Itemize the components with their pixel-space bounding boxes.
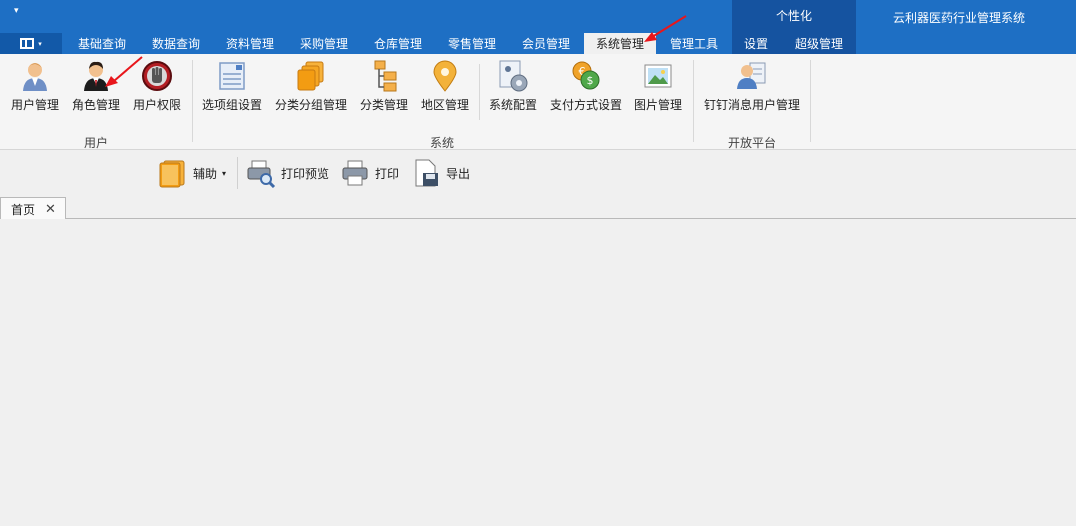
user-manage-button[interactable]: 用户管理 <box>10 59 60 113</box>
ribbon-label: 分类分组管理 <box>274 98 347 112</box>
tab-data-query[interactable]: 数据查询 <box>152 35 200 54</box>
svg-text:$: $ <box>587 74 594 87</box>
ribbon-label: 选项组设置 <box>201 98 262 112</box>
print-preview-button[interactable]: 打印预览 <box>246 157 329 189</box>
title-bar: ▾ ▾ 个性化 云利器医药行业管理系统 基础查询 数据查询 资料管理 采购管理 … <box>0 0 1076 54</box>
tab-data-manage[interactable]: 资料管理 <box>226 35 274 54</box>
toolbar-separator <box>237 157 238 189</box>
tab-tools[interactable]: 管理工具 <box>670 35 718 54</box>
assist-button[interactable]: 辅助 ▾ <box>158 157 226 189</box>
picture-icon <box>644 64 672 88</box>
group-separator <box>192 60 193 142</box>
ribbon-label: 分类管理 <box>359 98 408 112</box>
tab-system-manage[interactable]: 系统管理 <box>584 33 657 54</box>
tab-retail[interactable]: 零售管理 <box>448 35 496 54</box>
ribbon-label: 用户权限 <box>132 98 181 112</box>
print-button[interactable]: 打印 <box>340 157 399 189</box>
toolbar: 辅助 ▾ 打印预览 打印 导出 <box>0 151 1076 195</box>
print-preview-icon <box>247 160 276 188</box>
tab-warehouse[interactable]: 仓库管理 <box>374 35 422 54</box>
tab-purchase[interactable]: 采购管理 <box>300 35 348 54</box>
quick-access-dropdown[interactable]: ▾ <box>14 6 19 16</box>
group-label-open-platform: 开放平台 <box>728 136 777 150</box>
option-group-icon <box>219 62 245 90</box>
category-group-button[interactable]: 分类分组管理 <box>274 59 348 113</box>
tab-home[interactable]: 首页 ✕ <box>0 197 66 220</box>
close-icon[interactable]: ✕ <box>45 202 56 217</box>
dingtalk-user-button[interactable]: 钉钉消息用户管理 <box>703 59 801 113</box>
assist-book-icon <box>159 160 185 188</box>
dingtalk-user-icon <box>737 62 766 89</box>
payment-settings-button[interactable]: € $ 支付方式设置 <box>549 59 623 113</box>
group-separator <box>810 60 811 142</box>
category-manage-button[interactable]: 分类管理 <box>359 59 409 113</box>
group-label-user: 用户 <box>84 136 109 150</box>
ribbon-label: 用户管理 <box>10 98 59 112</box>
system-config-button[interactable]: 系统配置 <box>488 59 538 113</box>
group-label-system: 系统 <box>430 136 455 150</box>
export-document-icon <box>415 159 438 187</box>
item-separator <box>479 64 480 120</box>
tab-settings[interactable]: 设置 <box>744 35 768 54</box>
category-tree-icon <box>374 60 397 92</box>
export-button[interactable]: 导出 <box>411 157 470 189</box>
ribbon-label: 地区管理 <box>420 98 469 112</box>
role-icon <box>84 61 108 91</box>
export-label: 导出 <box>446 166 471 181</box>
ribbon: 用户管理 角色管理 用户权限 用户 选项组设置 分类分组管理 分类管理 地区管理… <box>0 54 1076 150</box>
printer-icon <box>342 160 368 186</box>
payment-coins-icon: € $ <box>572 61 600 90</box>
app-menu-button[interactable]: ▾ <box>0 33 62 54</box>
print-preview-label: 打印预览 <box>281 166 330 181</box>
tab-basic-query[interactable]: 基础查询 <box>78 35 126 54</box>
picture-manage-button[interactable]: 图片管理 <box>633 59 683 113</box>
app-title: 云利器医药行业管理系统 <box>893 11 1026 25</box>
location-pin-icon <box>433 60 457 92</box>
tab-home-label: 首页 <box>11 202 36 217</box>
layout-icon <box>20 38 35 49</box>
tab-member[interactable]: 会员管理 <box>522 35 570 54</box>
content-area <box>0 219 1076 526</box>
document-tab-strip: 首页 ✕ <box>0 195 1076 220</box>
ribbon-label: 图片管理 <box>633 98 682 112</box>
category-group-icon <box>297 61 324 91</box>
role-manage-button[interactable]: 角色管理 <box>71 59 121 113</box>
chevron-down-icon: ▾ <box>38 39 42 48</box>
ribbon-label: 钉钉消息用户管理 <box>703 98 800 112</box>
user-icon <box>23 63 47 91</box>
context-label: 个性化 <box>775 9 812 23</box>
option-group-button[interactable]: 选项组设置 <box>201 59 263 113</box>
print-label: 打印 <box>375 166 400 181</box>
ribbon-label: 角色管理 <box>71 98 120 112</box>
ribbon-label: 系统配置 <box>488 98 537 112</box>
tab-super-admin[interactable]: 超级管理 <box>795 35 843 54</box>
assist-label: 辅助 <box>193 166 218 181</box>
user-permission-button[interactable]: 用户权限 <box>132 59 182 113</box>
permission-icon <box>142 61 172 91</box>
chevron-down-icon: ▾ <box>222 168 227 178</box>
config-gear-icon <box>499 60 528 92</box>
group-separator <box>693 60 694 142</box>
ribbon-label: 支付方式设置 <box>549 98 622 112</box>
region-manage-button[interactable]: 地区管理 <box>420 59 470 113</box>
